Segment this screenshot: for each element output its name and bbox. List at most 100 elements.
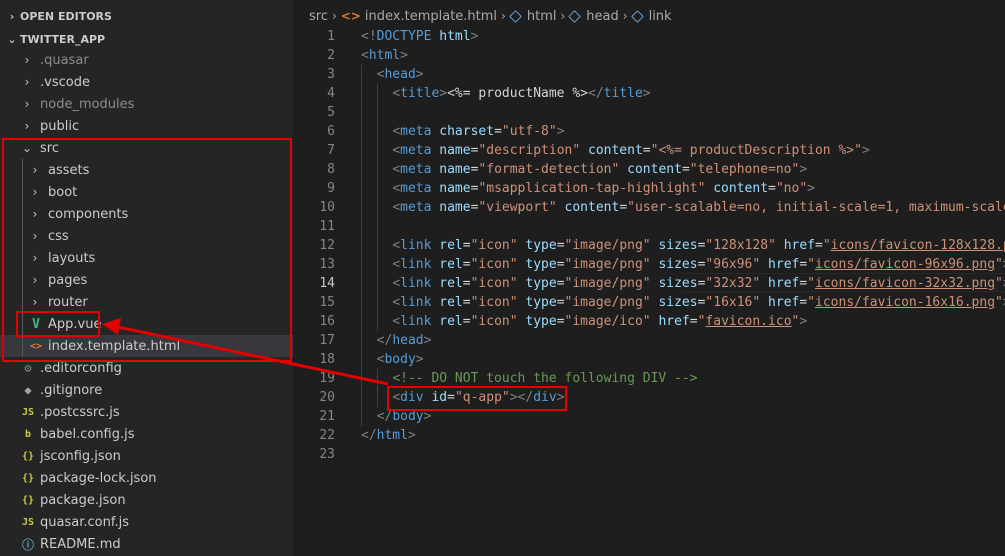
code-token: " — [807, 276, 816, 291]
code-line[interactable]: 15 <link rel="icon" type="image/png" siz… — [293, 293, 1005, 312]
code-line[interactable]: 2 <html> — [293, 46, 1005, 65]
code-line[interactable]: 17 </head> — [293, 331, 1005, 350]
tree-item-src[interactable]: ⌄ src — [0, 137, 293, 159]
tree-item-quasar[interactable]: › .quasar — [0, 49, 293, 71]
code-token: href — [768, 276, 800, 291]
code-line[interactable]: 10 <meta name="viewport" content="user-s… — [293, 198, 1005, 217]
breadcrumb-item[interactable]: head — [586, 9, 618, 24]
code-line[interactable]: 16 <link rel="icon" type="image/ico" hre… — [293, 312, 1005, 331]
tree-item-public[interactable]: › public — [0, 115, 293, 137]
code-token: > — [799, 314, 808, 329]
symbol-element-icon — [509, 9, 522, 23]
code-text: <meta charset="utf-8"> — [361, 122, 564, 141]
code-line[interactable]: 4 <title><%= productName %></title> — [293, 84, 1005, 103]
code-line[interactable]: 5 — [293, 103, 1005, 122]
json-file-icon: {} — [21, 472, 35, 484]
code-token: html — [439, 29, 471, 44]
code-line[interactable]: 21 </body> — [293, 407, 1005, 426]
code-text: </head> — [361, 331, 432, 350]
code-token: href — [768, 257, 800, 272]
indent-guide — [22, 313, 23, 335]
code-token: href — [783, 238, 816, 253]
tree-item-package-lock-json[interactable]: {} package-lock.json — [0, 467, 293, 489]
code-text: </html> — [361, 426, 416, 445]
code-line[interactable]: 6 <meta charset="utf-8"> — [293, 122, 1005, 141]
tree-item-label: router — [48, 294, 88, 310]
tree-item-assets[interactable]: › assets — [0, 159, 293, 181]
tree-item-vscode[interactable]: › .vscode — [0, 71, 293, 93]
tree-item-gitignore[interactable]: ◆ .gitignore — [0, 379, 293, 401]
breadcrumb-item[interactable]: html — [527, 9, 557, 24]
code-token: > — [799, 162, 808, 177]
tree-item-router[interactable]: › router — [0, 291, 293, 313]
tree-item-quasar-conf-js[interactable]: JS quasar.conf.js — [0, 511, 293, 533]
code-line[interactable]: 9 <meta name = "msapplication-tap-highligh… — [293, 179, 1005, 198]
code-token: type — [525, 238, 557, 253]
code-token: " — [995, 276, 1003, 291]
code-token: "icon" — [470, 276, 526, 291]
code-token: > — [415, 67, 424, 82]
tree-item-label: components — [48, 206, 129, 222]
code-token: name — [439, 143, 471, 158]
code-line[interactable]: 18 <body> — [293, 350, 1005, 369]
code-token: > — [415, 352, 424, 367]
tree-item-pages[interactable]: › pages — [0, 269, 293, 291]
code-line[interactable]: 20 <div id="q-app"></div> — [293, 388, 1005, 407]
code-line[interactable]: 23 — [293, 445, 1005, 464]
chevron-right-icon: › — [32, 273, 38, 287]
code-line[interactable]: 3 <head> — [293, 65, 1005, 84]
tree-item-jsconfig-json[interactable]: {} jsconfig.json — [0, 445, 293, 467]
tree-item-label: src — [40, 140, 59, 156]
code-token: link — [400, 238, 440, 253]
code-editor[interactable]: src › <> index.template.html › html › head › link… — [293, 0, 1005, 556]
code-token: DOCTYPE — [376, 29, 440, 44]
tree-item-node-modules[interactable]: › node_modules — [0, 93, 293, 115]
tree-item-layouts[interactable]: › layouts — [0, 247, 293, 269]
tree-item-babel-config-js[interactable]: b babel.config.js — [0, 423, 293, 445]
chevron-right-icon: › — [32, 229, 38, 243]
tree-item-label: assets — [48, 162, 90, 178]
code-line[interactable]: 19 <!-- DO NOT touch the following DIV -… — [293, 369, 1005, 388]
tree-item-app-vue[interactable]: V App.vue — [0, 313, 293, 335]
tree-item-css[interactable]: › css — [0, 225, 293, 247]
tree-item-boot[interactable]: › boot — [0, 181, 293, 203]
code-token: sizes — [658, 276, 698, 291]
code-token: > — [439, 86, 448, 101]
open-editors-header[interactable]: › OPEN EDITORS — [0, 5, 293, 27]
line-number: 3 — [327, 67, 335, 82]
project-header[interactable]: ⌄ TWITTER_APP — [0, 28, 293, 50]
code-line[interactable]: 22 </html> — [293, 426, 1005, 445]
code-line[interactable]: 11 — [293, 217, 1005, 236]
code-token: meta — [400, 181, 440, 196]
code-token: icons/favicon-16x16.png — [815, 295, 996, 310]
tree-item-components[interactable]: › components — [0, 203, 293, 225]
code-line[interactable]: 13 <link rel="icon" type="image/png" siz… — [293, 255, 1005, 274]
code-line[interactable]: 14 <link rel="icon" type="image/png" siz… — [293, 274, 1005, 293]
tree-item-editorconfig[interactable]: ⚙ .editorconfig — [0, 357, 293, 379]
tree-item-index-template-html[interactable]: <> index.template.html — [0, 335, 293, 357]
tree-item-label: package.json — [40, 492, 126, 508]
breadcrumb-item[interactable]: index.template.html — [365, 9, 497, 24]
code-token: href — [768, 295, 800, 310]
code-line[interactable]: 8 <meta name="format-detection" content=… — [293, 160, 1005, 179]
code-token: link — [400, 314, 440, 329]
chevron-right-icon: › — [32, 295, 38, 309]
js-file-icon: JS — [21, 516, 35, 528]
breadcrumb-item[interactable]: link — [649, 9, 672, 24]
indent-guide — [361, 217, 362, 236]
code-token: > — [861, 143, 870, 158]
code-line[interactable]: 1 <!DOCTYPE html> — [293, 27, 1005, 46]
code-line[interactable]: 12 <link rel="icon" type="image/png" siz… — [293, 236, 1005, 255]
code-token: name — [439, 162, 471, 177]
code-token: icons/favicon-128x128.png — [830, 238, 1005, 253]
code-token: = — [462, 314, 471, 329]
tree-item-readme-md[interactable]: ⓘ README.md — [0, 533, 293, 555]
tree-item-postcssrc-js[interactable]: JS .postcssrc.js — [0, 401, 293, 423]
code-area[interactable]: 1 <!DOCTYPE html> 2 <html> 3 <head> 4 <title>… — [293, 27, 1005, 464]
code-line[interactable]: 7 <meta name="description" content="<%= … — [293, 141, 1005, 160]
tree-item-package-json[interactable]: {} package.json — [0, 489, 293, 511]
breadcrumb-item[interactable]: src — [309, 9, 328, 24]
